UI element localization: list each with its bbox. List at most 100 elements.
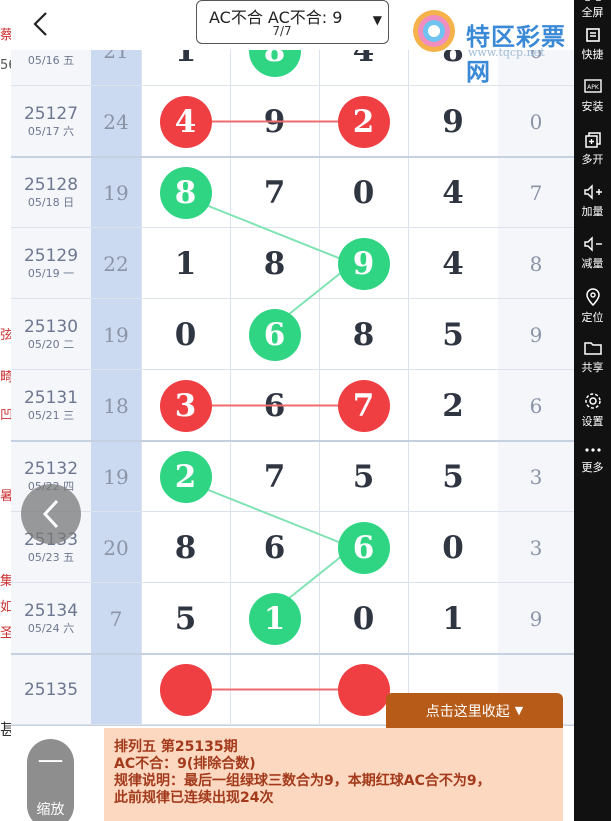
red-ball: 3 — [159, 379, 212, 432]
digit-cell: 9 — [319, 228, 408, 299]
toolbar-location[interactable]: 定位 — [574, 283, 611, 333]
ac-cell: 9 — [498, 299, 574, 370]
toolbar-multi[interactable]: 多开 — [574, 127, 611, 177]
info-condition: AC不合：9(排除合数) — [114, 756, 256, 772]
digit-cell: 1 — [141, 50, 230, 86]
sum-value: 21 — [103, 50, 129, 63]
green-ball: 9 — [337, 237, 390, 290]
location-icon — [585, 288, 600, 307]
digit-cell: 0 — [141, 299, 230, 370]
digit-cell: 6 — [230, 370, 319, 441]
issue-date: 05/20 二 — [27, 338, 75, 351]
green-ball: 6 — [248, 308, 301, 361]
collapse-label: 点击这里收起 — [425, 703, 510, 720]
toolbar-label: 加量 — [581, 205, 604, 218]
multi-window-icon — [584, 132, 601, 148]
digit-cell: 7 — [230, 441, 319, 512]
sum-cell: 18 — [91, 370, 141, 441]
digit-cell: 4 — [408, 157, 498, 228]
green-ball: 8 — [248, 50, 301, 77]
issue-number: 25128 — [23, 175, 79, 195]
sum-cell: 19 — [91, 441, 141, 512]
table-row: 25131 05/21 三 18 3 6 7 2 6 — [11, 370, 574, 441]
digit-value: 1 — [174, 50, 197, 69]
digit-value: 9 — [442, 103, 464, 140]
chevron-left-icon — [33, 12, 47, 36]
issue-cell: 25135 — [11, 654, 91, 725]
digit-cell: 0 — [408, 512, 498, 583]
ac-cell: 7 — [498, 157, 574, 228]
issue-date: 05/19 一 — [27, 267, 75, 280]
zoom-label: 缩放 — [36, 802, 65, 818]
background-text: 56 — [0, 58, 11, 73]
issue-date: 05/18 日 — [27, 196, 75, 209]
ac-value: 7 — [529, 180, 543, 205]
digit-value: 1 — [174, 245, 197, 282]
toolbar-volume-up[interactable]: 加量 — [574, 179, 611, 229]
chevron-down-icon: ▼ — [372, 13, 382, 27]
issue-cell: 25130 05/20 二 — [11, 299, 91, 370]
digit-value: 0 — [442, 529, 464, 566]
collapse-button[interactable]: 点击这里收起 ▼ — [386, 693, 563, 728]
background-text: 圣 — [0, 626, 11, 641]
toolbar-volume-down[interactable]: 减量 — [574, 231, 611, 281]
issue-cell: 25134 05/24 六 — [11, 583, 91, 654]
previous-button[interactable] — [21, 484, 81, 544]
digit-cell: 1 — [230, 583, 319, 654]
digit-cell: 6 — [230, 512, 319, 583]
toolbar-settings[interactable]: 设置 — [574, 387, 611, 437]
toolbar-label: 全屏 — [581, 6, 604, 19]
ac-value: 0 — [529, 109, 543, 134]
toolbar-install[interactable]: APK 安装 — [574, 74, 611, 124]
background-text: 凹 — [0, 408, 11, 423]
digit-value: 5 — [352, 458, 375, 495]
row-divider — [11, 653, 574, 655]
background-text: 甚 — [0, 720, 11, 739]
issue-number: 25130 — [23, 317, 79, 337]
digit-cell: 8 — [141, 512, 230, 583]
red-ball: 2 — [337, 95, 390, 148]
digit-value: 7 — [263, 174, 286, 211]
row-divider — [11, 582, 574, 583]
toolbar-label: 安装 — [581, 100, 604, 113]
background-text: 如 — [0, 600, 11, 615]
digit-value: 6 — [263, 529, 286, 566]
toolbar-label: 共享 — [581, 361, 604, 374]
red-ball: 7 — [337, 379, 390, 432]
row-divider — [11, 440, 574, 442]
toolbar-label: 减量 — [581, 257, 604, 270]
digit-value: 0 — [352, 174, 375, 211]
back-button[interactable] — [26, 8, 54, 40]
issue-number: 25127 — [23, 104, 79, 124]
background-text: 畸 — [0, 370, 11, 385]
sum-value: 19 — [103, 322, 129, 347]
digit-cell: 0 — [319, 157, 408, 228]
chevron-left-icon — [42, 499, 59, 529]
table-row: 25128 05/18 日 19 8 7 0 4 7 — [11, 157, 574, 228]
volume-up-icon — [583, 184, 602, 200]
ac-cell: 9 — [498, 583, 574, 654]
digit-cell — [230, 654, 319, 725]
digit-cell: 6 — [319, 512, 408, 583]
toolbar-share[interactable]: 共享 — [574, 335, 611, 385]
red-ball — [337, 663, 390, 716]
toolbar-more[interactable]: 更多 — [574, 439, 611, 489]
sum-value: 19 — [103, 180, 129, 205]
minus-icon: — — [37, 745, 64, 775]
sum-value: 20 — [103, 535, 129, 560]
toolbar-shortcut[interactable]: 快捷 — [574, 22, 611, 72]
svg-text:APK: APK — [587, 84, 600, 91]
ac-cell: 6 — [498, 370, 574, 441]
ac-cell: 0 — [498, 86, 574, 157]
digit-value: 5 — [442, 458, 464, 495]
zoom-button[interactable]: — 缩放 — [27, 739, 74, 821]
toolbar-label: 定位 — [581, 311, 604, 324]
green-ball: 8 — [159, 166, 212, 219]
pattern-selector[interactable]: AC不合 AC不合: 9 7/7 ▼ — [196, 0, 389, 44]
digit-cell — [141, 654, 230, 725]
logo-url: www.tqcp.net — [468, 46, 545, 59]
shortcut-icon — [585, 28, 600, 42]
ac-value: 9 — [529, 322, 543, 347]
table-row: 25127 05/17 六 24 4 9 2 9 0 — [11, 86, 574, 157]
pattern-info-panel: 排列五 第25135期 AC不合：9(排除合数) 规律说明：最后一组绿球三数合为… — [104, 728, 563, 821]
